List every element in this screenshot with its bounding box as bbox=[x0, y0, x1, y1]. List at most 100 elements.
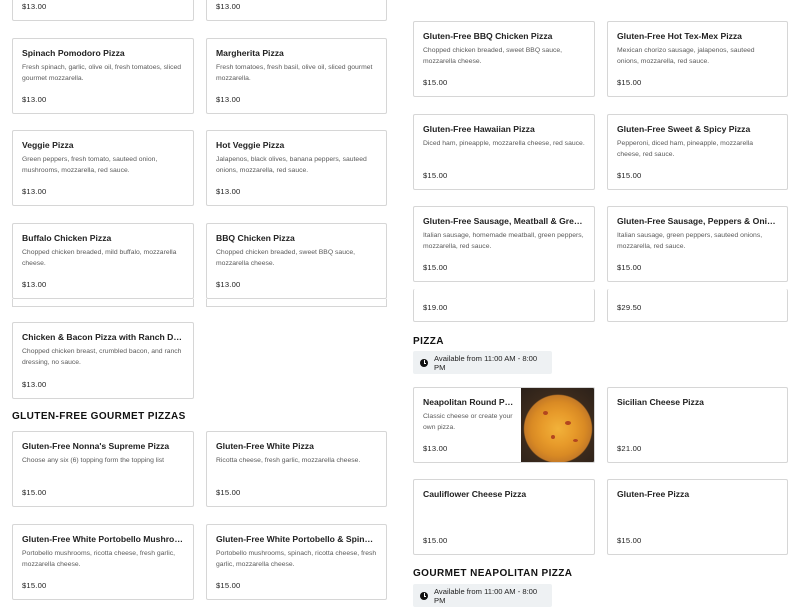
item-description: Portobello mushrooms, ricotta cheese, fr… bbox=[22, 550, 175, 568]
menu-item-card[interactable]: Gluten-Free Pizza $15.00 bbox=[607, 479, 788, 555]
item-name: Neapolitan Round Pizza bbox=[423, 397, 515, 407]
item-description: Chopped chicken breast, crumbled bacon, … bbox=[22, 348, 182, 366]
item-price: $15.00 bbox=[216, 581, 241, 590]
item-price: $15.00 bbox=[423, 78, 448, 87]
item-price: $15.00 bbox=[617, 536, 642, 545]
availability-banner: Available from 11:00 AM - 8:00 PM bbox=[413, 351, 552, 374]
item-price: $13.00 bbox=[22, 95, 47, 104]
item-name: BBQ Chicken Pizza bbox=[216, 233, 295, 243]
menu-item-card[interactable]: Gluten-Free White Portobello Mushroom Pi… bbox=[12, 524, 194, 600]
item-price: $15.00 bbox=[216, 488, 241, 497]
section-title-pizza: PIZZA bbox=[413, 336, 444, 347]
item-name: Hot Veggie Pizza bbox=[216, 140, 285, 150]
menu-item-card[interactable]: Gluten-Free Nonna's Supreme Pizza Choose… bbox=[12, 431, 194, 507]
menu-item-card[interactable]: $13.00 bbox=[206, 0, 387, 21]
clock-icon bbox=[420, 591, 428, 600]
item-name: Sicilian Cheese Pizza bbox=[617, 397, 704, 407]
item-description: Diced ham, pineapple, mozzarella cheese,… bbox=[423, 140, 585, 147]
item-price: $13.00 bbox=[216, 187, 241, 196]
item-name: Gluten-Free Pizza bbox=[617, 489, 690, 499]
item-description: Choose any six (6) topping form the topp… bbox=[22, 457, 165, 464]
pizza-photo bbox=[521, 388, 594, 462]
item-price: $13.00 bbox=[22, 2, 47, 11]
item-price: $15.00 bbox=[617, 263, 642, 272]
item-name: Gluten-Free Sausage, Meatball & Green Pe… bbox=[423, 216, 585, 226]
item-price: $15.00 bbox=[423, 171, 448, 180]
item-price: $29.50 bbox=[617, 303, 642, 312]
item-name: Gluten-Free Sausage, Peppers & Onions Pi… bbox=[617, 216, 778, 226]
item-description: Fresh tomatoes, fresh basil, olive oil, … bbox=[216, 64, 373, 82]
item-name: Gluten-Free BBQ Chicken Pizza bbox=[423, 31, 553, 41]
item-description: Chopped chicken breaded, mild buffalo, m… bbox=[22, 249, 177, 267]
section-title-gourmet-neapolitan: GOURMET NEAPOLITAN PIZZA bbox=[413, 568, 573, 579]
item-price: $19.00 bbox=[423, 303, 448, 312]
item-price: $21.00 bbox=[617, 444, 642, 453]
item-description: Green peppers, fresh tomato, sauteed oni… bbox=[22, 156, 158, 174]
menu-item-card[interactable]: Cauliflower Cheese Pizza $15.00 bbox=[413, 479, 595, 555]
item-description: Chopped chicken breaded, sweet BBQ sauce… bbox=[423, 47, 563, 65]
item-description: Italian sausage, green peppers, sauteed … bbox=[617, 232, 763, 250]
menu-item-card[interactable]: Gluten-Free Sweet & Spicy Pizza Pepperon… bbox=[607, 114, 788, 190]
clock-icon bbox=[420, 358, 428, 367]
menu-item-card[interactable]: $19.00 bbox=[413, 289, 595, 322]
item-name: Gluten-Free White Portobello & Spinach P… bbox=[216, 534, 377, 544]
item-price: $15.00 bbox=[423, 536, 448, 545]
item-description: Portobello mushrooms, spinach, ricotta c… bbox=[216, 550, 377, 568]
item-name: Cauliflower Cheese Pizza bbox=[423, 489, 527, 499]
item-price: $13.00 bbox=[216, 280, 241, 289]
item-price: $15.00 bbox=[22, 488, 47, 497]
item-name: Margherita Pizza bbox=[216, 48, 284, 58]
menu-item-card[interactable]: Spinach Pomodoro Pizza Fresh spinach, ga… bbox=[12, 38, 194, 114]
availability-text: Available from 11:00 AM - 8:00 PM bbox=[434, 586, 538, 605]
item-price: $13.00 bbox=[423, 444, 448, 453]
menu-item-card[interactable]: $13.00 bbox=[12, 0, 194, 21]
menu-item-card[interactable]: Hot Veggie Pizza Jalapenos, black olives… bbox=[206, 130, 387, 206]
item-description: Classic cheese or create your own pizza. bbox=[423, 413, 513, 431]
item-price: $15.00 bbox=[423, 263, 448, 272]
item-price: $13.00 bbox=[22, 280, 47, 289]
item-description: Fresh spinach, garlic, olive oil, fresh … bbox=[22, 64, 182, 82]
item-name: Buffalo Chicken Pizza bbox=[22, 233, 112, 243]
item-description: Mexican chorizo sausage, jalapenos, saut… bbox=[617, 47, 755, 65]
availability-text: Available from 11:00 AM - 8:00 PM bbox=[434, 353, 538, 372]
item-name: Gluten-Free Hot Tex-Mex Pizza bbox=[617, 31, 742, 41]
item-price: $15.00 bbox=[617, 78, 642, 87]
menu-item-card[interactable]: Gluten-Free Sausage, Peppers & Onions Pi… bbox=[607, 206, 788, 282]
menu-item-card[interactable]: Chicken & Bacon Pizza with Ranch Dressin… bbox=[12, 322, 194, 399]
item-name: Chicken & Bacon Pizza with Ranch Dressin… bbox=[22, 332, 184, 342]
item-price: $15.00 bbox=[22, 581, 47, 590]
menu-item-card[interactable]: BBQ Chicken Pizza Chopped chicken breade… bbox=[206, 223, 387, 299]
item-price: $15.00 bbox=[617, 171, 642, 180]
item-price: $13.00 bbox=[216, 2, 241, 11]
menu-item-card[interactable]: Gluten-Free BBQ Chicken Pizza Chopped ch… bbox=[413, 21, 595, 97]
section-title-gluten-free-gourmet: GLUTEN-FREE GOURMET PIZZAS bbox=[12, 411, 186, 422]
menu-item-card[interactable]: Gluten-Free Hot Tex-Mex Pizza Mexican ch… bbox=[607, 21, 788, 97]
menu-item-card[interactable]: Gluten-Free White Portobello & Spinach P… bbox=[206, 524, 387, 600]
menu-item-card[interactable]: $29.50 bbox=[607, 289, 788, 322]
menu-item-card[interactable]: Gluten-Free White Pizza Ricotta cheese, … bbox=[206, 431, 387, 507]
menu-item-card[interactable]: Veggie Pizza Green peppers, fresh tomato… bbox=[12, 130, 194, 206]
item-price: $13.00 bbox=[216, 95, 241, 104]
item-name: Gluten-Free White Pizza bbox=[216, 441, 314, 451]
card-edge bbox=[12, 299, 194, 307]
card-edge bbox=[206, 299, 387, 307]
menu-item-card[interactable]: Buffalo Chicken Pizza Chopped chicken br… bbox=[12, 223, 194, 299]
item-name: Gluten-Free Hawaiian Pizza bbox=[423, 124, 535, 134]
item-price: $13.00 bbox=[22, 380, 47, 389]
item-name: Spinach Pomodoro Pizza bbox=[22, 48, 125, 58]
item-description: Jalapenos, black olives, banana peppers,… bbox=[216, 156, 367, 174]
item-description: Chopped chicken breaded, sweet BBQ sauce… bbox=[216, 249, 356, 267]
item-description: Italian sausage, homemade meatball, gree… bbox=[423, 232, 584, 250]
menu-item-card[interactable]: Gluten-Free Hawaiian Pizza Diced ham, pi… bbox=[413, 114, 595, 190]
item-description: Pepperoni, diced ham, pineapple, mozzare… bbox=[617, 140, 754, 158]
availability-banner: Available from 11:00 AM - 8:00 PM bbox=[413, 584, 552, 607]
menu-item-card[interactable]: Sicilian Cheese Pizza $21.00 bbox=[607, 387, 788, 463]
item-price: $13.00 bbox=[22, 187, 47, 196]
menu-item-card[interactable]: Neapolitan Round Pizza Classic cheese or… bbox=[413, 387, 595, 463]
menu-item-card[interactable]: Gluten-Free Sausage, Meatball & Green Pe… bbox=[413, 206, 595, 282]
item-description: Ricotta cheese, fresh garlic, mozzarella… bbox=[216, 457, 361, 464]
menu-item-card[interactable]: Margherita Pizza Fresh tomatoes, fresh b… bbox=[206, 38, 387, 114]
item-name: Veggie Pizza bbox=[22, 140, 74, 150]
item-name: Gluten-Free Sweet & Spicy Pizza bbox=[617, 124, 751, 134]
item-name: Gluten-Free White Portobello Mushroom Pi… bbox=[22, 534, 184, 544]
